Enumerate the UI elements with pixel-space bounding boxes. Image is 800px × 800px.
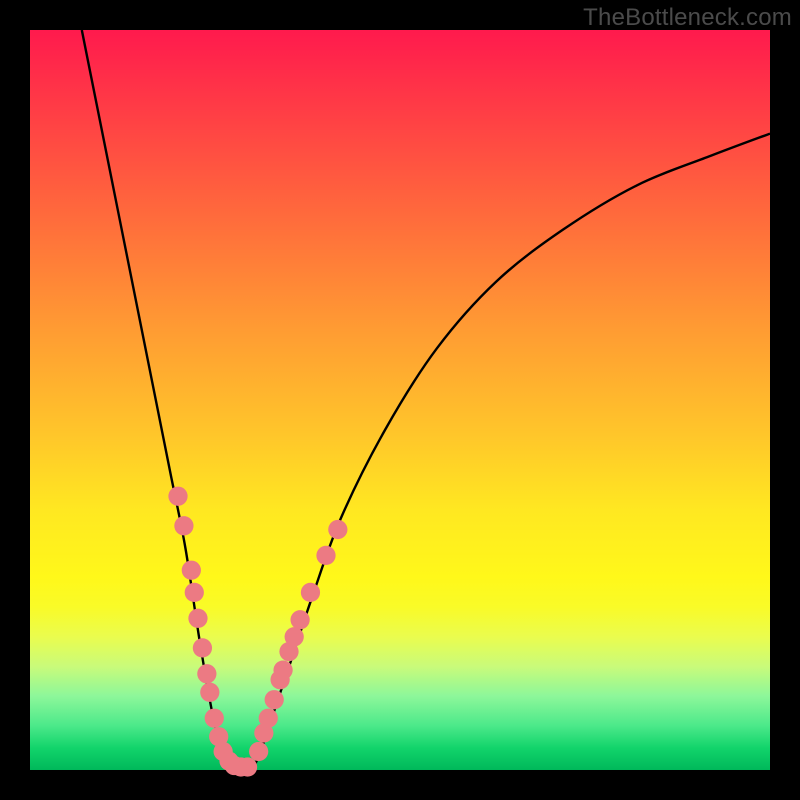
curve-marker bbox=[273, 660, 292, 679]
curve-marker bbox=[168, 487, 187, 506]
curve-marker bbox=[259, 709, 278, 728]
curve-marker bbox=[316, 546, 335, 565]
curve-marker bbox=[238, 757, 257, 776]
curve-marker bbox=[290, 610, 309, 629]
plot-area bbox=[30, 30, 770, 770]
curve-marker bbox=[182, 561, 201, 580]
curve-marker bbox=[249, 742, 268, 761]
curve-marker bbox=[197, 664, 216, 683]
bottleneck-curve bbox=[82, 30, 770, 778]
curve-marker bbox=[185, 583, 204, 602]
watermark-text: TheBottleneck.com bbox=[583, 4, 792, 32]
curve-marker bbox=[328, 520, 347, 539]
curve-marker bbox=[265, 690, 284, 709]
curve-marker bbox=[301, 583, 320, 602]
curve-marker bbox=[205, 709, 224, 728]
curve-marker bbox=[193, 638, 212, 657]
curve-marker bbox=[285, 627, 304, 646]
chart-frame: TheBottleneck.com bbox=[0, 0, 800, 800]
curve-marker bbox=[174, 516, 193, 535]
curve-marker bbox=[188, 609, 207, 628]
curve-marker bbox=[200, 683, 219, 702]
bottleneck-chart-svg bbox=[30, 30, 770, 770]
marker-group bbox=[168, 487, 347, 777]
